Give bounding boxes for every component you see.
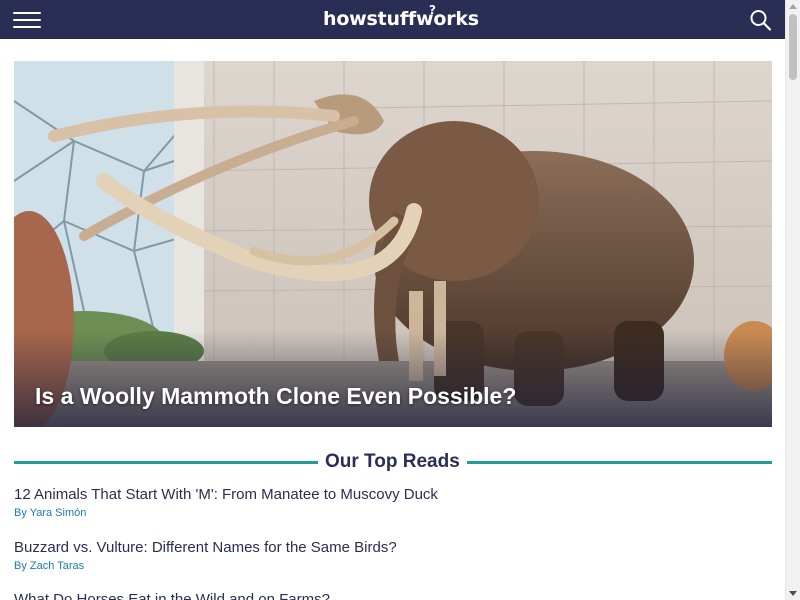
article-byline[interactable]: By Yara Simón [14,507,438,519]
article-title[interactable]: What Do Horses Eat in the Wild and on Fa… [14,591,330,600]
hamburger-menu-icon[interactable] [13,11,41,28]
article-item[interactable]: Buzzard vs. Vulture: Different Names for… [14,539,397,572]
scroll-down-arrow-icon[interactable] [789,591,797,596]
page-scrollbar[interactable] [785,0,800,600]
hero-article[interactable]: Is a Woolly Mammoth Clone Even Possible? [14,61,772,427]
logo-text: howstuffworks [323,8,479,30]
search-icon[interactable] [749,9,773,31]
site-logo[interactable]: howstuffworks ? [323,3,479,34]
article-title[interactable]: Buzzard vs. Vulture: Different Names for… [14,539,397,556]
scroll-up-arrow-icon[interactable] [789,4,797,9]
heading-rule-left [14,461,318,464]
article-title[interactable]: 12 Animals That Start With 'M': From Man… [14,486,438,503]
site-header: howstuffworks ? [0,0,785,39]
hero-image [14,61,772,427]
scroll-thumb[interactable] [789,14,797,80]
logo-mark: ? [429,3,436,17]
top-reads-heading: Our Top Reads [14,449,772,475]
article-item[interactable]: 12 Animals That Start With 'M': From Man… [14,486,438,519]
hero-title[interactable]: Is a Woolly Mammoth Clone Even Possible? [35,383,516,410]
article-byline[interactable]: By Zach Taras [14,560,397,572]
top-reads-title: Our Top Reads [325,451,460,472]
heading-rule-right [467,461,772,464]
article-item[interactable]: What Do Horses Eat in the Wild and on Fa… [14,591,330,600]
page: howstuffworks ? Is a Woolly Mammoth Clon… [0,0,800,600]
